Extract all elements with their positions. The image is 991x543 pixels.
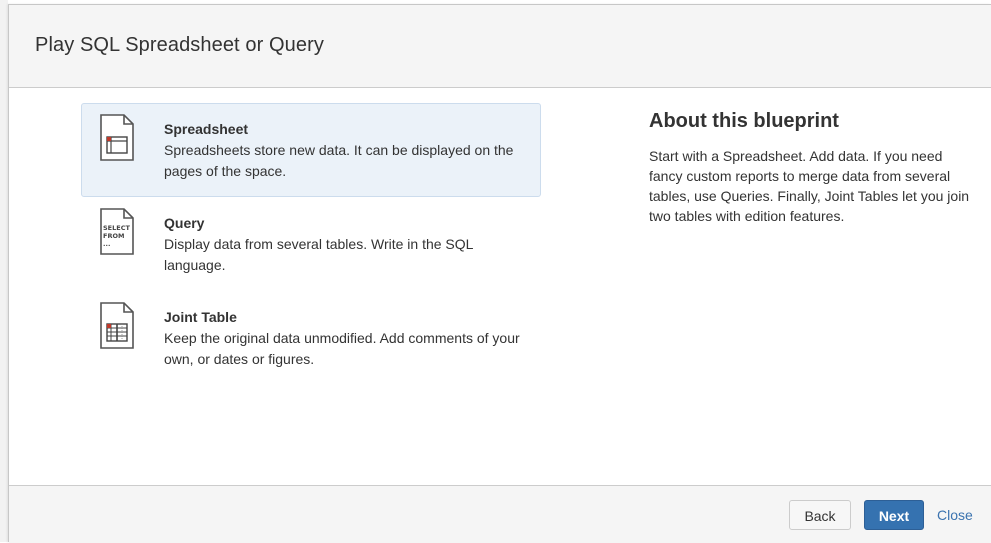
next-button[interactable]: Next [864,500,924,530]
query-icon-select-text: SELECT [103,224,130,232]
about-heading: About this blueprint [649,110,839,132]
background-page-edge [0,0,8,542]
blueprint-item-spreadsheet[interactable]: Spreadsheet Spreadsheets store new data.… [81,103,541,197]
joint-table-file-icon [100,302,134,349]
blueprint-item-joint-table[interactable]: Joint Table Keep the original data unmod… [81,291,541,385]
spreadsheet-file-icon [100,114,134,161]
dialog-body: Spreadsheet Spreadsheets store new data.… [9,88,991,485]
about-blueprint-panel: About this blueprint Start with a Spread… [649,110,974,226]
back-button[interactable]: Back [789,500,851,530]
blueprint-list: Spreadsheet Spreadsheets store new data.… [81,103,541,385]
about-text: Start with a Spreadsheet. Add data. If y… [649,148,970,224]
create-dialog: Play SQL Spreadsheet or Query Spreadshee… [8,4,991,543]
query-file-icon: SELECT FROM ... [100,208,134,255]
dialog-footer: Back Next Close [9,485,991,543]
query-icon-from-text: FROM [103,232,124,240]
blueprint-description: Display data from several tables. Write … [164,236,473,273]
close-link[interactable]: Close [937,500,973,530]
blueprint-name: Query [164,215,205,231]
blueprint-description: Spreadsheets store new data. It can be d… [164,142,514,179]
blueprint-name: Joint Table [164,309,237,325]
blueprint-description: Keep the original data unmodified. Add c… [164,330,520,367]
blueprint-item-query[interactable]: SELECT FROM ... Query Display data from … [81,197,541,291]
query-icon-ellipsis-text: ... [103,240,110,248]
dialog-header: Play SQL Spreadsheet or Query [9,5,991,88]
blueprint-name: Spreadsheet [164,121,249,137]
dialog-title: Play SQL Spreadsheet or Query [35,34,324,56]
